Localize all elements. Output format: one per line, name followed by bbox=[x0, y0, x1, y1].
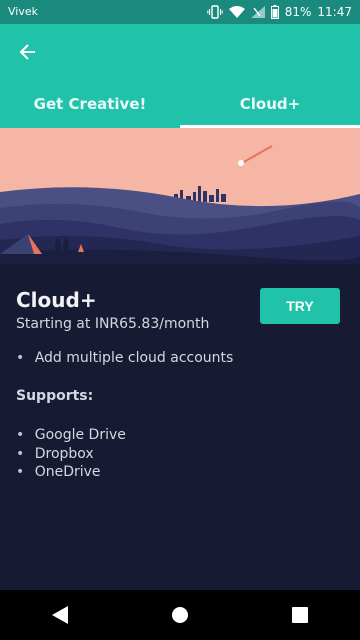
feature-text: Add multiple cloud accounts bbox=[34, 350, 234, 366]
system-nav-bar bbox=[0, 590, 360, 640]
nav-recents-button[interactable] bbox=[270, 590, 330, 640]
hero-illustration bbox=[0, 128, 360, 264]
bullet-icon: • bbox=[16, 427, 25, 443]
carrier-name: Vivek bbox=[8, 5, 38, 18]
supports-list: • Google Drive • Dropbox • OneDrive bbox=[16, 426, 126, 482]
back-button[interactable] bbox=[12, 36, 44, 68]
square-recents-icon bbox=[292, 607, 308, 623]
circle-home-icon bbox=[171, 606, 189, 624]
supports-label: Supports: bbox=[16, 388, 94, 404]
support-dropbox: Dropbox bbox=[34, 445, 94, 462]
list-item: • OneDrive bbox=[16, 463, 126, 482]
clock: 11:47 bbox=[317, 5, 352, 19]
tab-bar: Get Creative! Cloud+ bbox=[0, 80, 360, 128]
nav-back-button[interactable] bbox=[30, 590, 90, 640]
app-bar: Get Creative! Cloud+ bbox=[0, 24, 360, 128]
nav-home-button[interactable] bbox=[150, 590, 210, 640]
plan-title: Cloud+ bbox=[16, 288, 97, 312]
plan-price: Starting at INR65.83/month bbox=[16, 316, 210, 332]
support-onedrive: OneDrive bbox=[34, 464, 101, 480]
bullet-icon: • bbox=[16, 445, 25, 462]
tab-cloud-plus[interactable]: Cloud+ bbox=[180, 80, 360, 128]
battery-percent: 81% bbox=[284, 5, 312, 19]
wifi-icon bbox=[228, 6, 245, 18]
bullet-icon: • bbox=[16, 350, 25, 366]
arrow-back-icon bbox=[19, 43, 37, 61]
feature-item: • Add multiple cloud accounts bbox=[16, 350, 233, 366]
support-google-drive: Google Drive bbox=[34, 427, 126, 443]
try-button[interactable]: TRY bbox=[260, 288, 340, 324]
tab-label: Cloud+ bbox=[239, 95, 301, 113]
status-bar: Vivek 81% 11:47 bbox=[0, 0, 360, 24]
cell-signal-icon bbox=[250, 6, 265, 18]
triangle-back-icon bbox=[52, 606, 68, 624]
tab-label: Get Creative! bbox=[33, 95, 147, 113]
status-icons: 81% 11:47 bbox=[207, 0, 352, 24]
battery-icon bbox=[270, 5, 279, 19]
list-item: • Google Drive bbox=[16, 426, 126, 445]
list-item: • Dropbox bbox=[16, 445, 126, 464]
tab-get-creative[interactable]: Get Creative! bbox=[0, 80, 180, 128]
plan-details: Cloud+ Starting at INR65.83/month TRY • … bbox=[0, 264, 360, 590]
vibrate-icon bbox=[207, 5, 223, 19]
bullet-icon: • bbox=[16, 464, 25, 480]
